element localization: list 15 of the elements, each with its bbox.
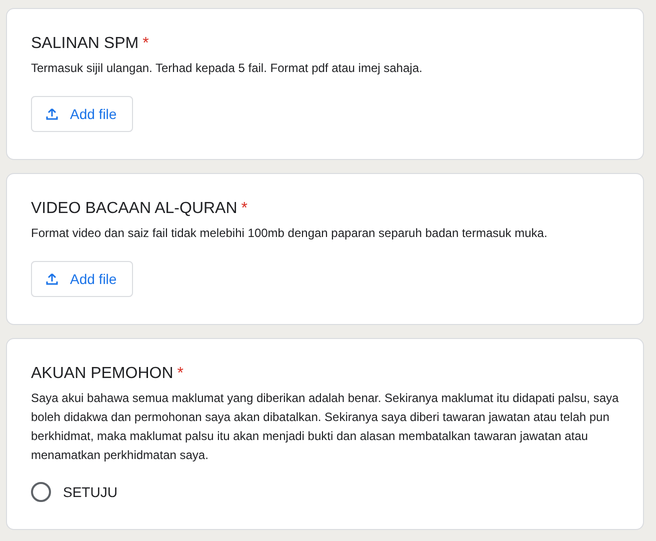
radio-button[interactable] [31,482,51,502]
upload-icon [46,108,58,120]
question-description: Termasuk sijil ulangan. Terhad kepada 5 fail. Format pdf atau imej sahaja. [31,60,424,77]
required-mark: * [177,365,184,383]
question-title: VIDEO BACAAN AL-QURAN [31,200,238,218]
add-file-button[interactable]: Add file [31,261,133,297]
required-mark: * [241,200,248,218]
question-title: AKUAN PEMOHON [31,365,174,383]
required-mark: * [142,35,149,53]
question-title: SALINAN SPM [31,35,139,53]
option-label: SETUJU [63,484,118,500]
add-file-button[interactable]: Add file [31,96,133,132]
question-description: Saya akui bahawa semua maklumat yang diberikan adalah benar. Sekiranya maklumat itu didapati palsu, saya boleh didakwa dan permohonan saya akan dibatalkan. Sekiranya saya diberi tawaran jawatan atau telah pun berkhidmat, maka maklumat palsu itu akan menjadi bukti dan alasan membatalkan tawaran jawatan atau menamatkan perkhidmatan saya. [31,390,619,464]
upload-icon [46,273,58,285]
question-description: Format video dan saiz fail tidak melebihi 100mb dengan paparan separuh badan termasuk muka. [31,225,548,242]
